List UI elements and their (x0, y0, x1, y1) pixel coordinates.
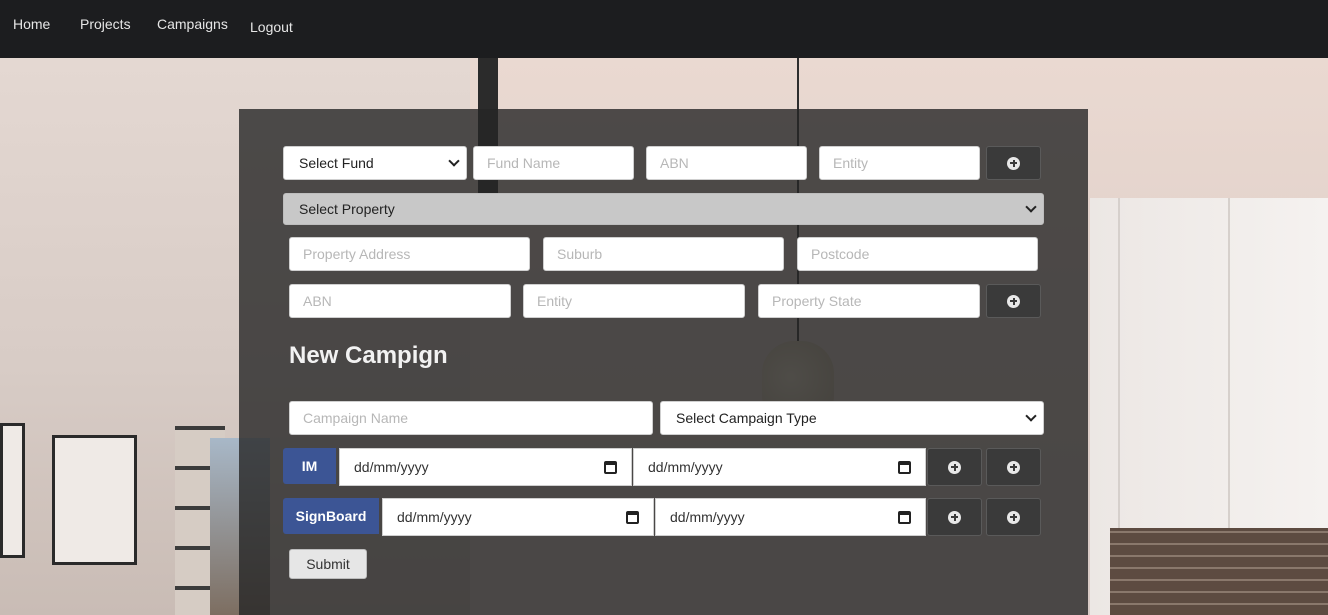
top-navbar: Home Projects Campaigns Logout (0, 0, 1328, 58)
signboard-label-button[interactable]: SignBoard (283, 498, 379, 534)
property-state-input[interactable] (758, 284, 980, 318)
add-property-button[interactable] (986, 284, 1041, 318)
plus-circle-icon (1007, 294, 1020, 308)
property-entity-input[interactable] (523, 284, 745, 318)
select-fund-value: Select Fund (299, 155, 374, 171)
im-end-date-input[interactable]: dd/mm/yyyy (633, 448, 926, 486)
campaign-type-value: Select Campaign Type (676, 410, 817, 426)
fund-abn-input[interactable] (646, 146, 807, 180)
nav-projects-link[interactable]: Projects (80, 16, 131, 32)
im-end-date-value: dd/mm/yyyy (648, 459, 723, 475)
plus-circle-icon (948, 460, 961, 474)
im-start-date-value: dd/mm/yyyy (354, 459, 429, 475)
fund-entity-input[interactable] (819, 146, 980, 180)
im-start-date-input[interactable]: dd/mm/yyyy (339, 448, 632, 486)
signboard-add-button-1[interactable] (927, 498, 982, 536)
select-property-value: Select Property (299, 201, 395, 217)
plus-circle-icon (1007, 510, 1020, 524)
chevron-down-icon (1025, 201, 1037, 213)
suburb-input[interactable] (543, 237, 784, 271)
nav-home-link[interactable]: Home (13, 16, 50, 32)
section-title: New Campign (289, 342, 448, 369)
form-layer: Select Fund Select Property New Campign … (0, 0, 1328, 615)
im-label-button[interactable]: IM (283, 448, 336, 484)
calendar-icon[interactable] (898, 460, 911, 474)
nav-campaigns-link[interactable]: Campaigns (157, 16, 228, 32)
select-property-dropdown[interactable]: Select Property (283, 193, 1044, 225)
fund-name-input[interactable] (473, 146, 634, 180)
im-add-button-2[interactable] (986, 448, 1041, 486)
select-fund-dropdown[interactable]: Select Fund (283, 146, 467, 180)
campaign-name-input[interactable] (289, 401, 653, 435)
signboard-start-date-input[interactable]: dd/mm/yyyy (382, 498, 654, 536)
signboard-end-date-value: dd/mm/yyyy (670, 509, 745, 525)
im-add-button-1[interactable] (927, 448, 982, 486)
postcode-input[interactable] (797, 237, 1038, 271)
chevron-down-icon (448, 155, 460, 167)
plus-circle-icon (948, 510, 961, 524)
signboard-add-button-2[interactable] (986, 498, 1041, 536)
campaign-type-dropdown[interactable]: Select Campaign Type (660, 401, 1044, 435)
calendar-icon[interactable] (604, 460, 617, 474)
nav-logout-link[interactable]: Logout (250, 19, 293, 35)
calendar-icon[interactable] (626, 510, 639, 524)
add-fund-button[interactable] (986, 146, 1041, 180)
calendar-icon[interactable] (898, 510, 911, 524)
plus-circle-icon (1007, 460, 1020, 474)
submit-button[interactable]: Submit (289, 549, 367, 579)
chevron-down-icon (1025, 410, 1037, 422)
signboard-end-date-input[interactable]: dd/mm/yyyy (655, 498, 926, 536)
property-abn-input[interactable] (289, 284, 511, 318)
property-address-input[interactable] (289, 237, 530, 271)
signboard-start-date-value: dd/mm/yyyy (397, 509, 472, 525)
plus-circle-icon (1007, 156, 1020, 170)
